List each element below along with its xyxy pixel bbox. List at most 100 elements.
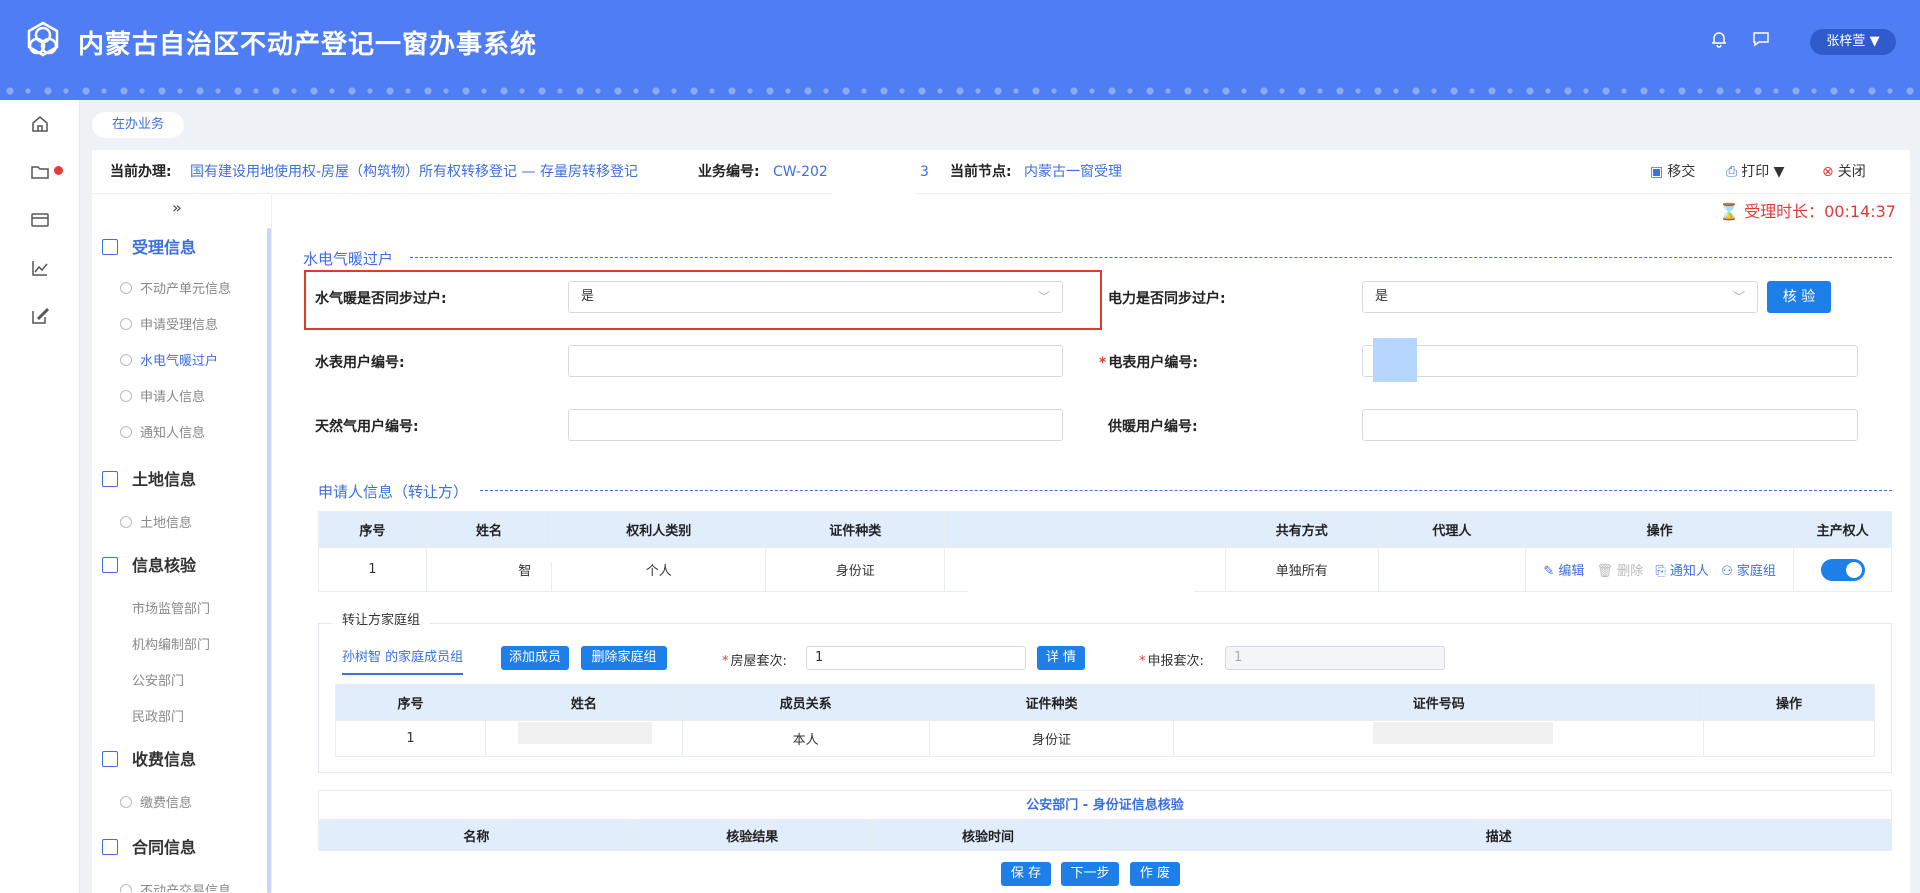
close-button[interactable]: ⊗ 关闭 (1822, 150, 1866, 194)
folder-icon[interactable] (28, 162, 52, 186)
menu-item-org[interactable]: 机构编制部门 (132, 634, 210, 653)
current-value: 国有建设用地使用权-房屋（构筑物）所有权转移登记 — 存量房转移登记 (190, 164, 638, 180)
menu-item-apply[interactable]: 申请受理信息 (120, 314, 218, 333)
chevron-down-icon: ﹀ (1732, 290, 1745, 304)
menu-item-land[interactable]: 土地信息 (120, 512, 192, 531)
police-verify-title: 公安部门 - 身份证信息核验 (318, 790, 1892, 820)
menu-group-accept[interactable]: 受理信息 (102, 234, 196, 258)
save-button[interactable]: 保 存 (1001, 862, 1051, 886)
section-title-applicant: 申请人信息（转让方） (318, 483, 469, 501)
menu-item-market[interactable]: 市场监管部门 (132, 598, 210, 617)
col-header: 主产权人 (1793, 511, 1892, 548)
menu-item-fee[interactable]: 缴费信息 (120, 792, 192, 811)
col-header: 核验时间 (869, 820, 1107, 851)
check-circle-icon (120, 884, 132, 892)
house-count-label: * 房屋套次: (722, 654, 787, 669)
family-table: 序号 姓名 成员关系 证件种类 证件号码 操作 1 本人 身份证 (335, 684, 1875, 757)
family-group-title: 转让方家庭组 (332, 609, 431, 628)
header-pattern (0, 80, 1920, 102)
node-value: 内蒙古一窗受理 (1024, 164, 1122, 180)
check-circle-icon (120, 390, 132, 402)
section-menu: » 受理信息 不动产单元信息 申请受理信息 水电气暖过户 申请人信息 通知人信息… (92, 194, 272, 893)
current-label: 当前办理: (110, 164, 172, 180)
col-header: 操作 (1524, 511, 1795, 548)
water-sync-select[interactable]: 是 ﹀ (568, 281, 1063, 313)
printer-icon: ⎙ (1726, 164, 1738, 180)
nav-rail (0, 100, 80, 893)
menu-item-utility[interactable]: 水电气暖过户 (120, 350, 218, 369)
check-circle-icon (120, 318, 132, 330)
message-icon[interactable] (1752, 30, 1770, 53)
menu-item-unit[interactable]: 不动产单元信息 (120, 278, 231, 297)
copy-icon: ⎘ (1655, 564, 1666, 579)
collapse-icon[interactable]: » (172, 198, 182, 217)
col-header: 描述 (1105, 820, 1892, 851)
house-count-input[interactable]: 1 (806, 646, 1026, 670)
redaction-mask (518, 722, 652, 744)
heat-no-input[interactable] (1362, 409, 1858, 441)
col-header: 核验结果 (633, 820, 871, 851)
verify-button[interactable]: 核 验 (1767, 281, 1831, 313)
detail-button[interactable]: 详 情 (1037, 646, 1085, 670)
delete-link[interactable]: 🗑 删除 (1597, 564, 1644, 579)
tab-in-progress[interactable]: 在办业务 (92, 112, 185, 138)
menu-scrollbar[interactable] (267, 228, 271, 893)
col-header: 证件号码 (1173, 684, 1705, 721)
menu-group-verify[interactable]: 信息核验 (102, 552, 196, 576)
void-button[interactable]: 作 废 (1130, 862, 1180, 886)
transfer-button[interactable]: ▣ 移交 (1650, 150, 1695, 194)
section-divider (480, 490, 1892, 491)
water-no-input[interactable] (568, 345, 1063, 377)
app-logo-icon (27, 21, 59, 57)
next-button[interactable]: 下一步 (1061, 862, 1119, 886)
check-circle-icon (120, 426, 132, 438)
menu-item-civil[interactable]: 民政部门 (132, 706, 184, 725)
menu-group-land[interactable]: 土地信息 (102, 466, 196, 490)
user-group-icon: ⚇ (1721, 564, 1733, 579)
col-header (944, 511, 1226, 548)
gas-no-input[interactable] (568, 409, 1063, 441)
menu-item-applicant[interactable]: 申请人信息 (120, 386, 205, 405)
edit-icon[interactable] (28, 306, 52, 330)
add-member-button[interactable]: 添加成员 (501, 646, 569, 670)
power-sync-label: 电力是否同步过户: (1108, 291, 1226, 307)
biz-tail: 3 (920, 164, 929, 180)
power-no-input[interactable] (1362, 345, 1858, 377)
menu-item-contract[interactable]: 不动产交易信息 (120, 880, 231, 892)
col-header: 序号 (335, 684, 486, 721)
main-owner-toggle[interactable] (1820, 558, 1865, 581)
caret-down-icon: ▼ (1769, 164, 1785, 180)
water-no-label: 水表用户编号: (315, 355, 405, 371)
user-menu[interactable]: 张梓萱 ▼ (1810, 29, 1896, 55)
menu-group-fee[interactable]: 收费信息 (102, 746, 196, 770)
biz-label: 业务编号: (698, 164, 760, 180)
redaction-block (1373, 338, 1417, 382)
declare-count-input[interactable]: 1 (1225, 646, 1445, 670)
caret-down-icon: ▼ (1869, 34, 1880, 49)
card-icon[interactable] (28, 210, 52, 234)
delete-family-button[interactable]: 删除家庭组 (581, 646, 667, 670)
print-button[interactable]: ⎙ 打印 ▼ (1726, 150, 1784, 194)
notify-link[interactable]: ⎘ 通知人 (1655, 564, 1709, 579)
home-icon[interactable] (28, 114, 52, 138)
menu-group-contract[interactable]: 合同信息 (102, 834, 196, 858)
section-divider (410, 257, 1892, 258)
col-header: 代理人 (1378, 511, 1526, 548)
top-header: 内蒙古自治区不动产登记一窗办事系统 张梓萱 ▼ (0, 0, 1920, 102)
family-link[interactable]: ⚇ 家庭组 (1721, 564, 1776, 579)
bell-icon[interactable] (1710, 30, 1728, 53)
col-header: 成员关系 (681, 684, 930, 721)
edit-link[interactable]: ✎ 编辑 (1543, 564, 1584, 579)
user-name: 张梓萱 (1826, 34, 1866, 49)
app-title: 内蒙古自治区不动产登记一窗办事系统 (78, 30, 538, 60)
family-tab[interactable]: 孙树智 的家庭成员组 (342, 646, 464, 675)
menu-item-police[interactable]: 公安部门 (132, 670, 184, 689)
power-sync-select[interactable]: 是 ﹀ (1362, 281, 1758, 313)
redaction-mask (1373, 722, 1553, 744)
chevron-down-icon: ﹀ (1037, 290, 1050, 304)
menu-item-notify[interactable]: 通知人信息 (120, 422, 205, 441)
heat-no-label: 供暖用户编号: (1108, 419, 1198, 435)
list-icon (102, 239, 118, 255)
chart-icon[interactable] (28, 258, 52, 282)
redaction-mask (833, 158, 915, 198)
